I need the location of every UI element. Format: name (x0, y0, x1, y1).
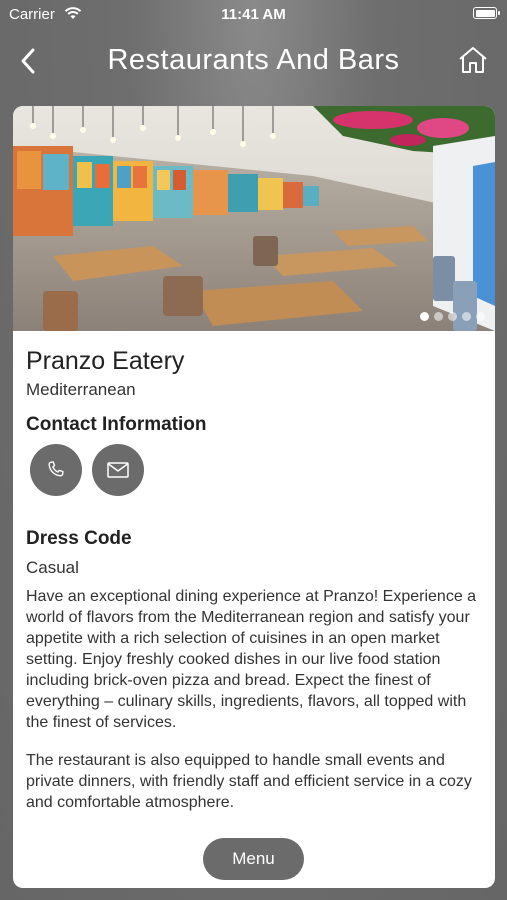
contact-info-heading: Contact Information (26, 414, 207, 435)
carousel-page-indicator[interactable] (420, 312, 485, 321)
battery-icon (473, 7, 500, 19)
call-button[interactable] (30, 444, 82, 496)
contact-actions (30, 444, 482, 496)
dress-code-value: Casual (26, 558, 79, 577)
carousel-dot[interactable] (476, 312, 485, 321)
restaurant-name: Pranzo Eatery (26, 347, 185, 375)
carousel-dot[interactable] (434, 312, 443, 321)
carousel-dot[interactable] (420, 312, 429, 321)
page-title: Restaurants And Bars (107, 44, 400, 76)
carousel-dot[interactable] (462, 312, 471, 321)
mail-icon (107, 462, 129, 478)
clock: 11:41 AM (221, 6, 286, 23)
dress-code-heading: Dress Code (26, 528, 132, 549)
email-button[interactable] (92, 444, 144, 496)
restaurant-card: Pranzo Eatery Mediterranean Contact Info… (13, 106, 495, 888)
restaurant-details: Pranzo Eatery Mediterranean Contact Info… (13, 347, 495, 813)
nav-bar: Restaurants And Bars (0, 40, 507, 84)
carousel-dot[interactable] (448, 312, 457, 321)
restaurant-photo-carousel[interactable] (13, 106, 495, 331)
restaurant-cuisine: Mediterranean (26, 380, 136, 399)
description-paragraph-2: The restaurant is also equipped to handl… (26, 752, 472, 811)
description-paragraph-1: Have an exceptional dining experience at… (26, 588, 477, 731)
phone-icon (48, 461, 64, 477)
restaurant-photo (13, 106, 495, 331)
status-bar: Carrier 11:41 AM (0, 0, 507, 28)
home-button[interactable] (457, 44, 489, 76)
menu-button[interactable]: Menu (203, 838, 304, 880)
